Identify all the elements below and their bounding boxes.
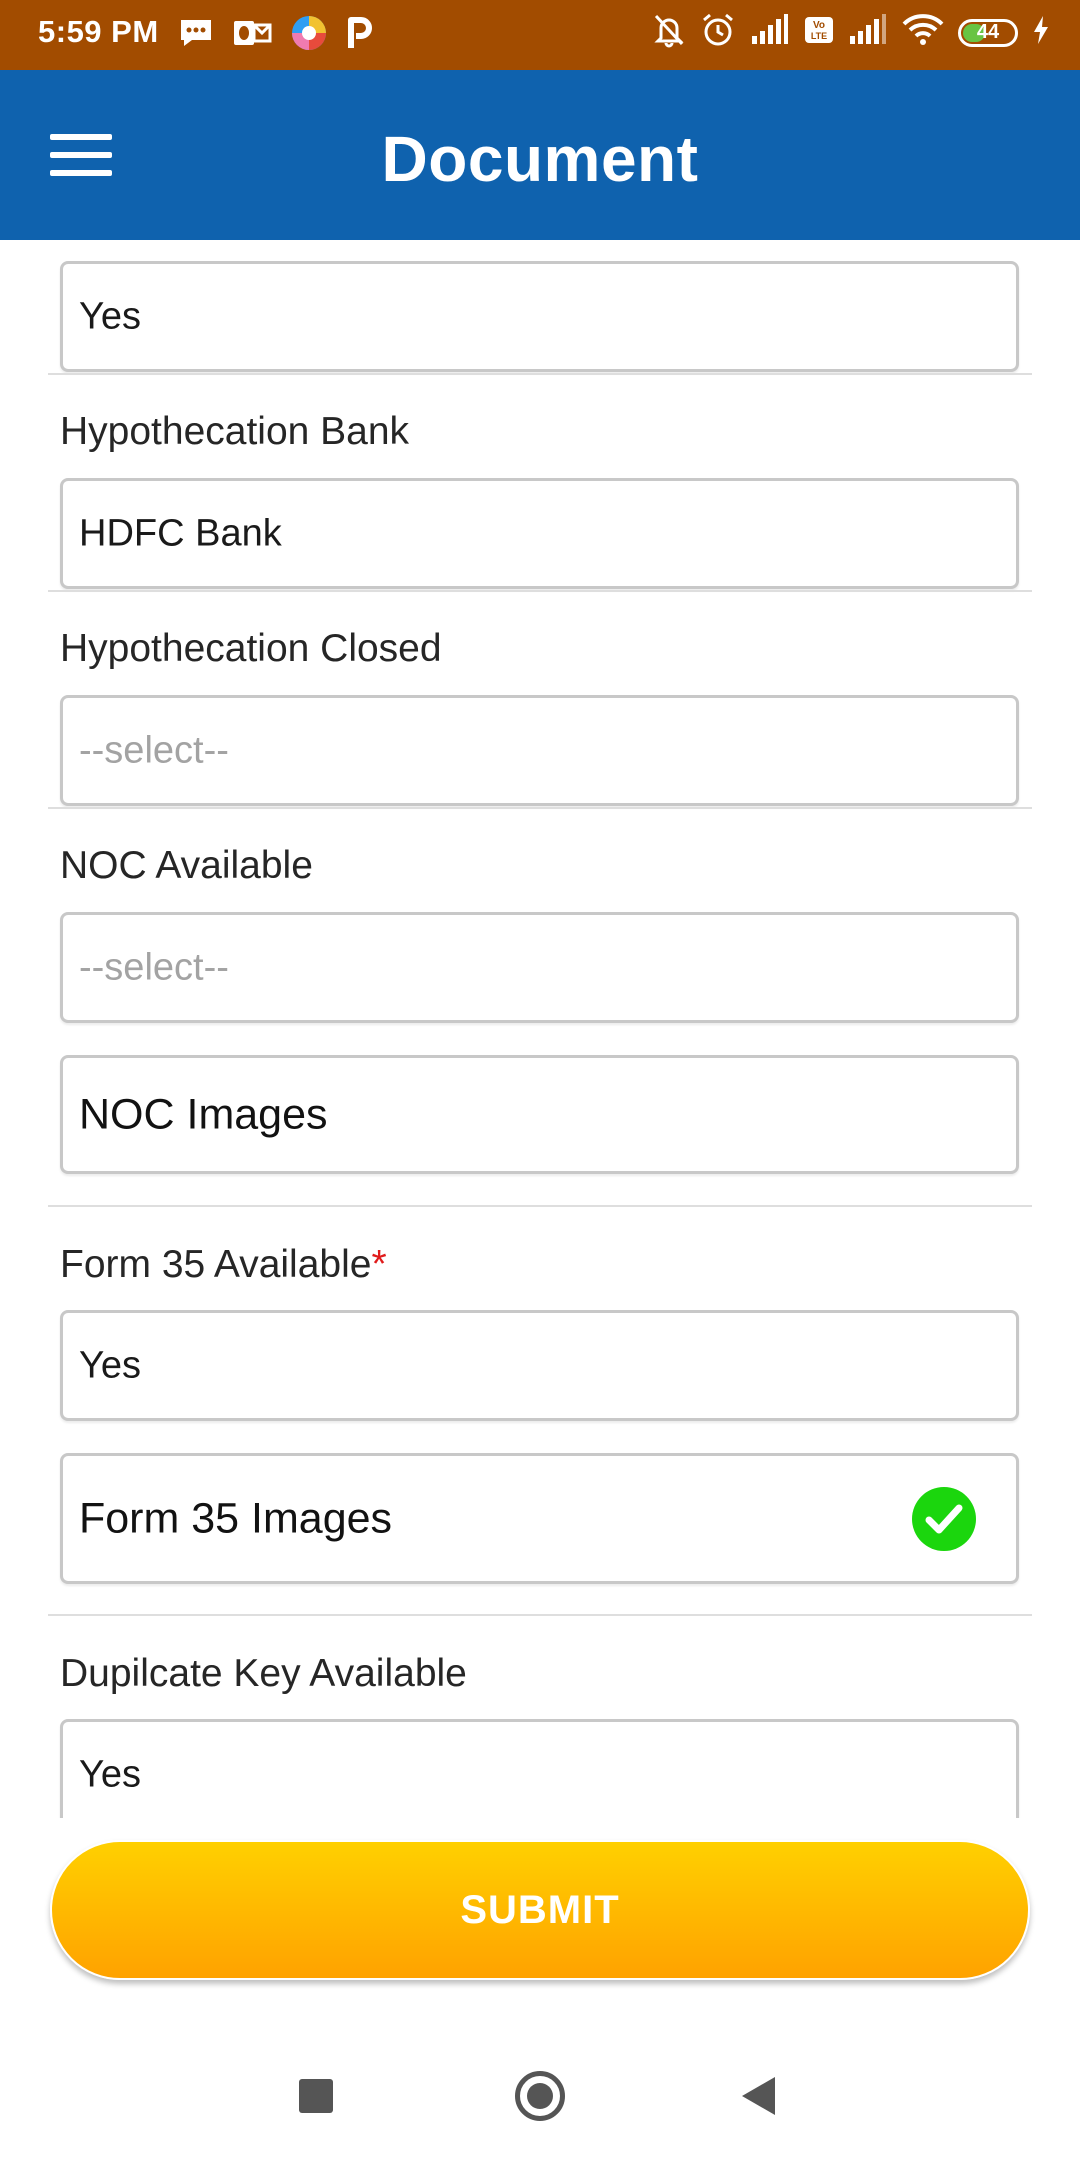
hypothecation-closed-select[interactable]: --select-- bbox=[60, 695, 1019, 806]
home-dot bbox=[527, 2083, 553, 2109]
form35-images-button[interactable]: Form 35 Images bbox=[60, 1453, 1019, 1584]
hypothecation-bank-value: HDFC Bank bbox=[79, 512, 282, 554]
hypothecation-select[interactable]: Yes bbox=[60, 261, 1019, 372]
form35-images-label: Form 35 Images bbox=[79, 1494, 393, 1542]
form35-available-label: Form 35 Available* bbox=[60, 1243, 387, 1287]
noc-available-select[interactable]: --select-- bbox=[60, 912, 1019, 1023]
message-icon bbox=[178, 17, 214, 54]
svg-text:LTE: LTE bbox=[811, 31, 827, 41]
hypothecation-bank-field[interactable]: HDFC Bank bbox=[60, 478, 1019, 589]
hypothecation-closed-placeholder: --select-- bbox=[79, 729, 229, 771]
alarm-icon bbox=[700, 12, 736, 53]
divider bbox=[48, 1205, 1032, 1207]
home-circle-icon[interactable] bbox=[515, 2071, 565, 2121]
battery-percent: 44 bbox=[976, 21, 1000, 43]
wifi-icon bbox=[902, 14, 944, 51]
required-mark: * bbox=[371, 1243, 387, 1286]
back-triangle-icon[interactable] bbox=[742, 2077, 775, 2115]
volte-icon: Vo LTE bbox=[804, 14, 834, 51]
hypothecation-closed-label: Hypothecation Closed bbox=[60, 627, 442, 670]
outlook-icon bbox=[232, 17, 272, 54]
divider bbox=[48, 590, 1032, 592]
recents-square-icon[interactable] bbox=[299, 2079, 333, 2113]
status-bar: 5:59 PM Vo LTE 44 bbox=[0, 0, 1080, 70]
form35-available-select[interactable]: Yes bbox=[60, 1310, 1019, 1421]
form-content[interactable]: Yes Hypothecation Bank HDFC Bank Hypothe… bbox=[0, 240, 1080, 1818]
duplicate-key-available-label: Dupilcate Key Available bbox=[60, 1652, 467, 1695]
app-bar: Document bbox=[0, 70, 1080, 240]
check-circle-icon bbox=[912, 1486, 976, 1551]
status-right-icons: Vo LTE 44 bbox=[652, 12, 1050, 53]
form35-available-label-text: Form 35 Available bbox=[60, 1243, 372, 1286]
status-time: 5:59 PM bbox=[38, 14, 159, 49]
noc-images-label: NOC Images bbox=[79, 1090, 328, 1138]
noc-images-button[interactable]: NOC Images bbox=[60, 1055, 1019, 1174]
page-title: Document bbox=[381, 123, 699, 195]
signal-icon bbox=[848, 14, 888, 51]
form35-available-value: Yes bbox=[79, 1344, 141, 1386]
signal-icon bbox=[750, 14, 790, 51]
hypothecation-bank-label: Hypothecation Bank bbox=[60, 410, 410, 453]
duplicate-key-available-value: Yes bbox=[79, 1753, 141, 1795]
battery-icon: 44 bbox=[958, 18, 1018, 47]
submit-button[interactable]: SUBMIT bbox=[50, 1840, 1030, 1980]
muted-bell-icon bbox=[652, 12, 686, 53]
noc-available-placeholder: --select-- bbox=[79, 946, 229, 988]
browser-icon bbox=[290, 14, 328, 57]
charging-icon bbox=[1032, 14, 1050, 51]
noc-available-label: NOC Available bbox=[60, 844, 313, 887]
svg-text:Vo: Vo bbox=[813, 20, 825, 31]
divider bbox=[48, 807, 1032, 809]
divider bbox=[48, 1614, 1032, 1616]
status-left-icons bbox=[178, 14, 374, 57]
system-nav-bar bbox=[0, 2030, 1080, 2160]
divider bbox=[48, 373, 1032, 375]
paytm-icon bbox=[346, 16, 374, 55]
hypothecation-value: Yes bbox=[79, 295, 141, 337]
duplicate-key-available-select[interactable]: Yes bbox=[60, 1719, 1019, 1818]
